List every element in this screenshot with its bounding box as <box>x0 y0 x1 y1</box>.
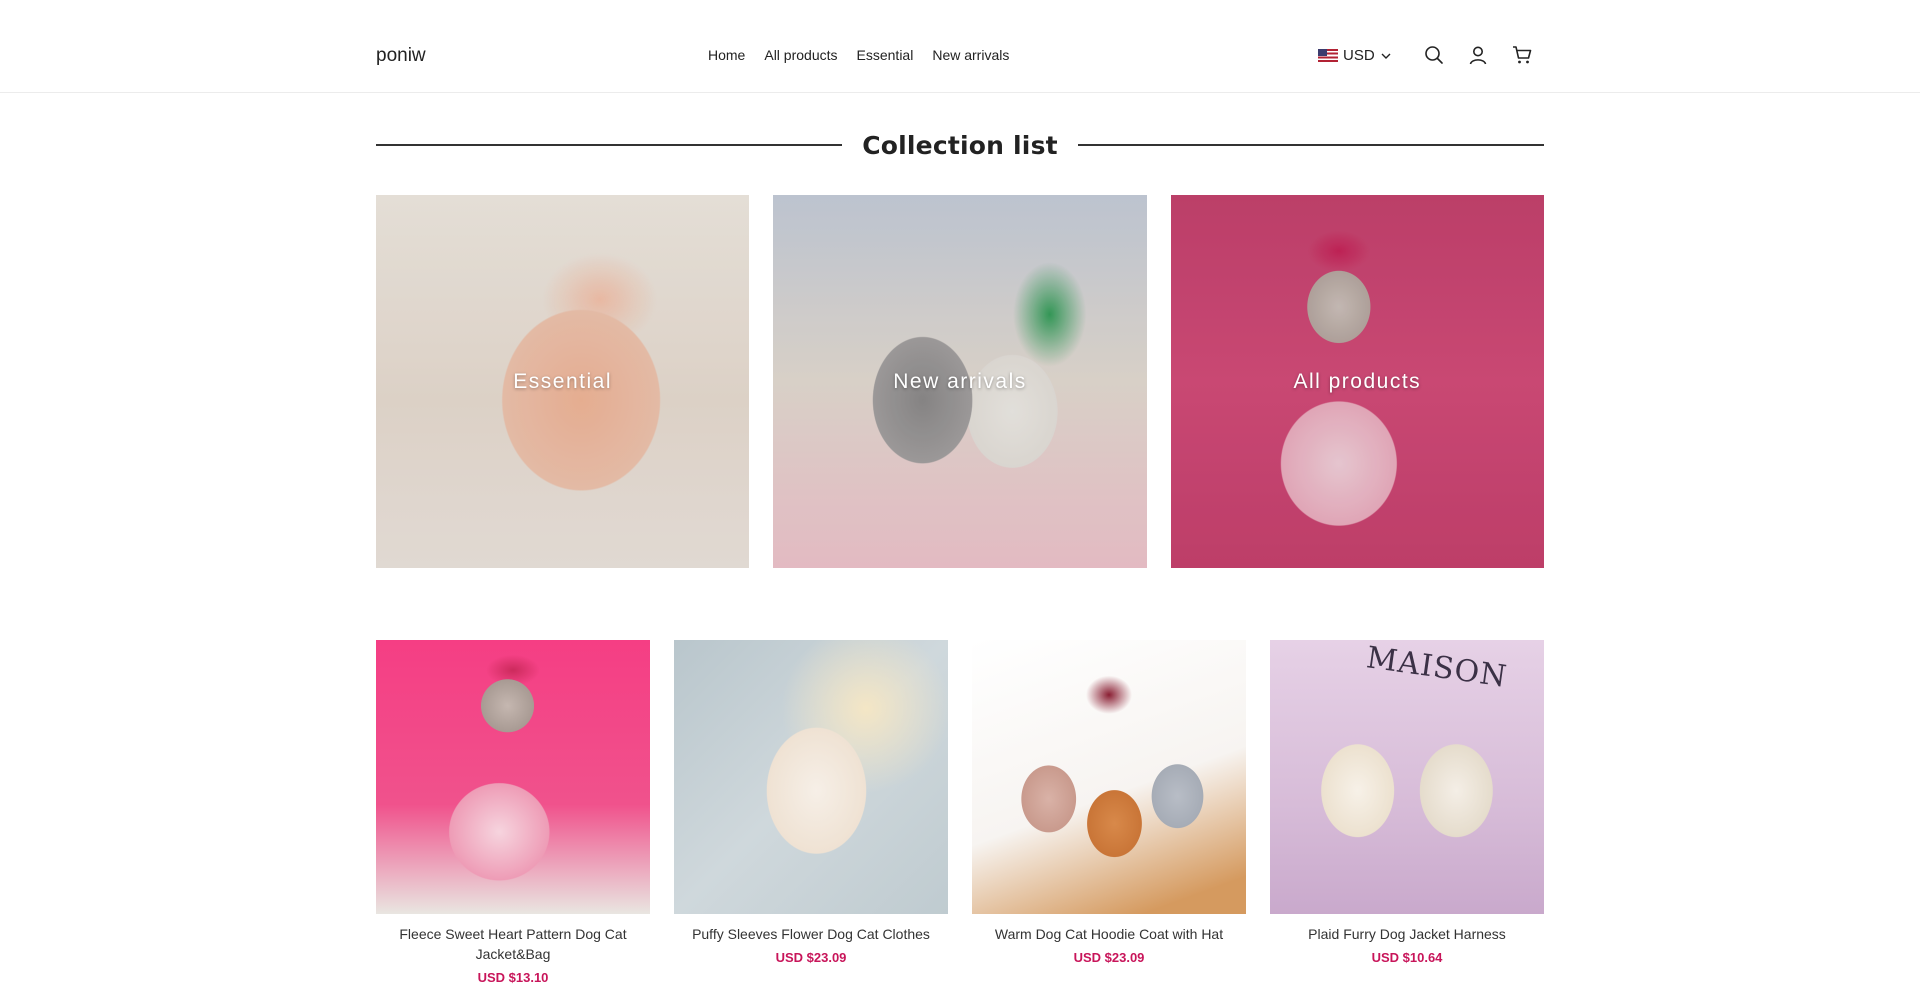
product-price: USD $13.10 <box>477 970 549 985</box>
product-card[interactable]: Puffy Sleeves Flower Dog Cat Clothes USD… <box>674 640 948 985</box>
site-logo[interactable]: poniw <box>376 45 426 67</box>
chevron-down-icon <box>1381 53 1391 59</box>
cart-icon[interactable] <box>1511 44 1533 66</box>
nav-all-products[interactable]: All products <box>764 47 837 63</box>
product-title[interactable]: Plaid Furry Dog Jacket Harness <box>1270 924 1544 944</box>
nav-essential[interactable]: Essential <box>857 47 914 63</box>
nav-home[interactable]: Home <box>708 47 745 63</box>
collection-heading: Collection list <box>376 128 1545 162</box>
divider-left <box>376 144 843 146</box>
currency-selector[interactable]: USD <box>1318 47 1392 64</box>
divider-right <box>1077 144 1545 146</box>
product-card[interactable]: Fleece Sweet Heart Pattern Dog Cat Jacke… <box>376 640 650 985</box>
account-icon[interactable] <box>1467 44 1489 66</box>
image-backdrop-text: MAISON <box>1364 640 1510 695</box>
product-title[interactable]: Fleece Sweet Heart Pattern Dog Cat Jacke… <box>376 924 650 964</box>
collection-label: New arrivals <box>893 369 1027 393</box>
collection-label: All products <box>1293 369 1422 393</box>
product-price: USD $23.09 <box>1073 950 1145 965</box>
collection-label: Essential <box>513 369 613 393</box>
search-icon[interactable] <box>1423 44 1445 66</box>
product-image[interactable] <box>376 640 650 914</box>
product-card[interactable]: Warm Dog Cat Hoodie Coat with Hat USD $2… <box>972 640 1246 985</box>
section-title: Collection list <box>862 130 1058 160</box>
product-price: USD $23.09 <box>775 950 847 965</box>
collection-card-essential[interactable]: Essential <box>376 195 750 568</box>
product-grid: Fleece Sweet Heart Pattern Dog Cat Jacke… <box>376 640 1544 985</box>
product-image[interactable] <box>972 640 1246 914</box>
us-flag-icon <box>1318 49 1338 62</box>
currency-label: USD <box>1343 47 1375 64</box>
collection-card-new-arrivals[interactable]: New arrivals <box>773 195 1147 568</box>
product-card[interactable]: MAISON Plaid Furry Dog Jacket Harness US… <box>1270 640 1544 985</box>
collection-card-all-products[interactable]: All products <box>1170 195 1544 568</box>
collection-list: Essential New arrivals All products <box>376 195 1544 568</box>
product-price: USD $10.64 <box>1371 950 1443 965</box>
product-title[interactable]: Puffy Sleeves Flower Dog Cat Clothes <box>674 924 948 944</box>
product-image[interactable] <box>674 640 948 914</box>
product-title[interactable]: Warm Dog Cat Hoodie Coat with Hat <box>972 924 1246 944</box>
nav-new-arrivals[interactable]: New arrivals <box>932 47 1009 63</box>
product-image[interactable]: MAISON <box>1270 640 1544 914</box>
site-header: poniw Home All products Essential New ar… <box>0 0 1920 93</box>
main-nav: Home All products Essential New arrivals <box>708 47 1009 63</box>
